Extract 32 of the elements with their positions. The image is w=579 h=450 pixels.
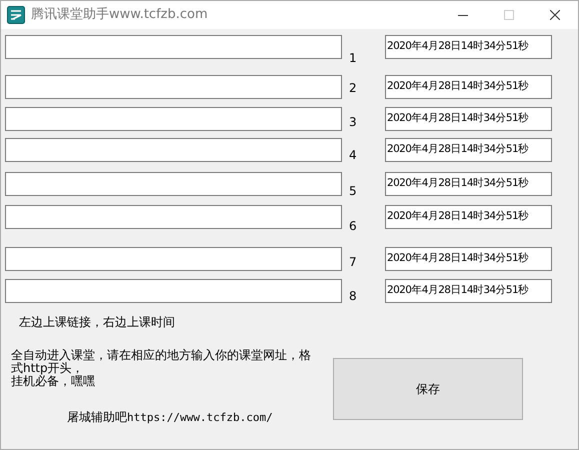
link-field[interactable] — [5, 279, 342, 303]
link-field[interactable] — [5, 35, 342, 59]
row-number: 1 — [349, 50, 358, 67]
row-number: 6 — [349, 218, 358, 235]
time-field[interactable]: 2020年4月28日14时34分51秒 — [385, 35, 552, 59]
row-number: 3 — [349, 114, 358, 131]
link-field[interactable] — [5, 172, 342, 196]
time-field[interactable]: 2020年4月28日14时34分51秒 — [385, 205, 552, 229]
description-text: 全自动进入课堂，请在相应的地方输入你的课堂网址，格式http开头， 挂机必备，嘿嘿 — [11, 349, 312, 388]
maximize-icon — [504, 10, 514, 20]
time-field[interactable]: 2020年4月28日14时34分51秒 — [385, 172, 552, 196]
time-field[interactable]: 2020年4月28日14时34分51秒 — [385, 279, 552, 303]
link-field[interactable] — [5, 107, 342, 131]
row-number: 8 — [349, 288, 358, 305]
app-logo-icon — [7, 6, 25, 24]
link-field[interactable] — [5, 247, 342, 271]
time-field[interactable]: 2020年4月28日14时34分51秒 — [385, 138, 552, 162]
row-number: 7 — [349, 254, 358, 271]
link-field[interactable] — [5, 138, 342, 162]
time-field[interactable]: 2020年4月28日14时34分51秒 — [385, 247, 552, 271]
link-field[interactable] — [5, 75, 342, 99]
close-icon — [550, 10, 560, 20]
link-field[interactable] — [5, 205, 342, 229]
window-title: 腾讯课堂助手www.tcfzb.com — [31, 6, 208, 24]
footer-text: 屠城辅助吧https://www.tcfzb.com/ — [67, 409, 274, 426]
hint-text: 左边上课链接，右边上课时间 — [19, 314, 176, 331]
time-field[interactable]: 2020年4月28日14时34分51秒 — [385, 75, 552, 99]
row-number: 2 — [349, 80, 358, 97]
row-number: 5 — [349, 183, 358, 200]
row-number: 4 — [349, 147, 358, 164]
save-button[interactable]: 保存 — [333, 358, 523, 420]
time-field[interactable]: 2020年4月28日14时34分51秒 — [385, 107, 552, 131]
